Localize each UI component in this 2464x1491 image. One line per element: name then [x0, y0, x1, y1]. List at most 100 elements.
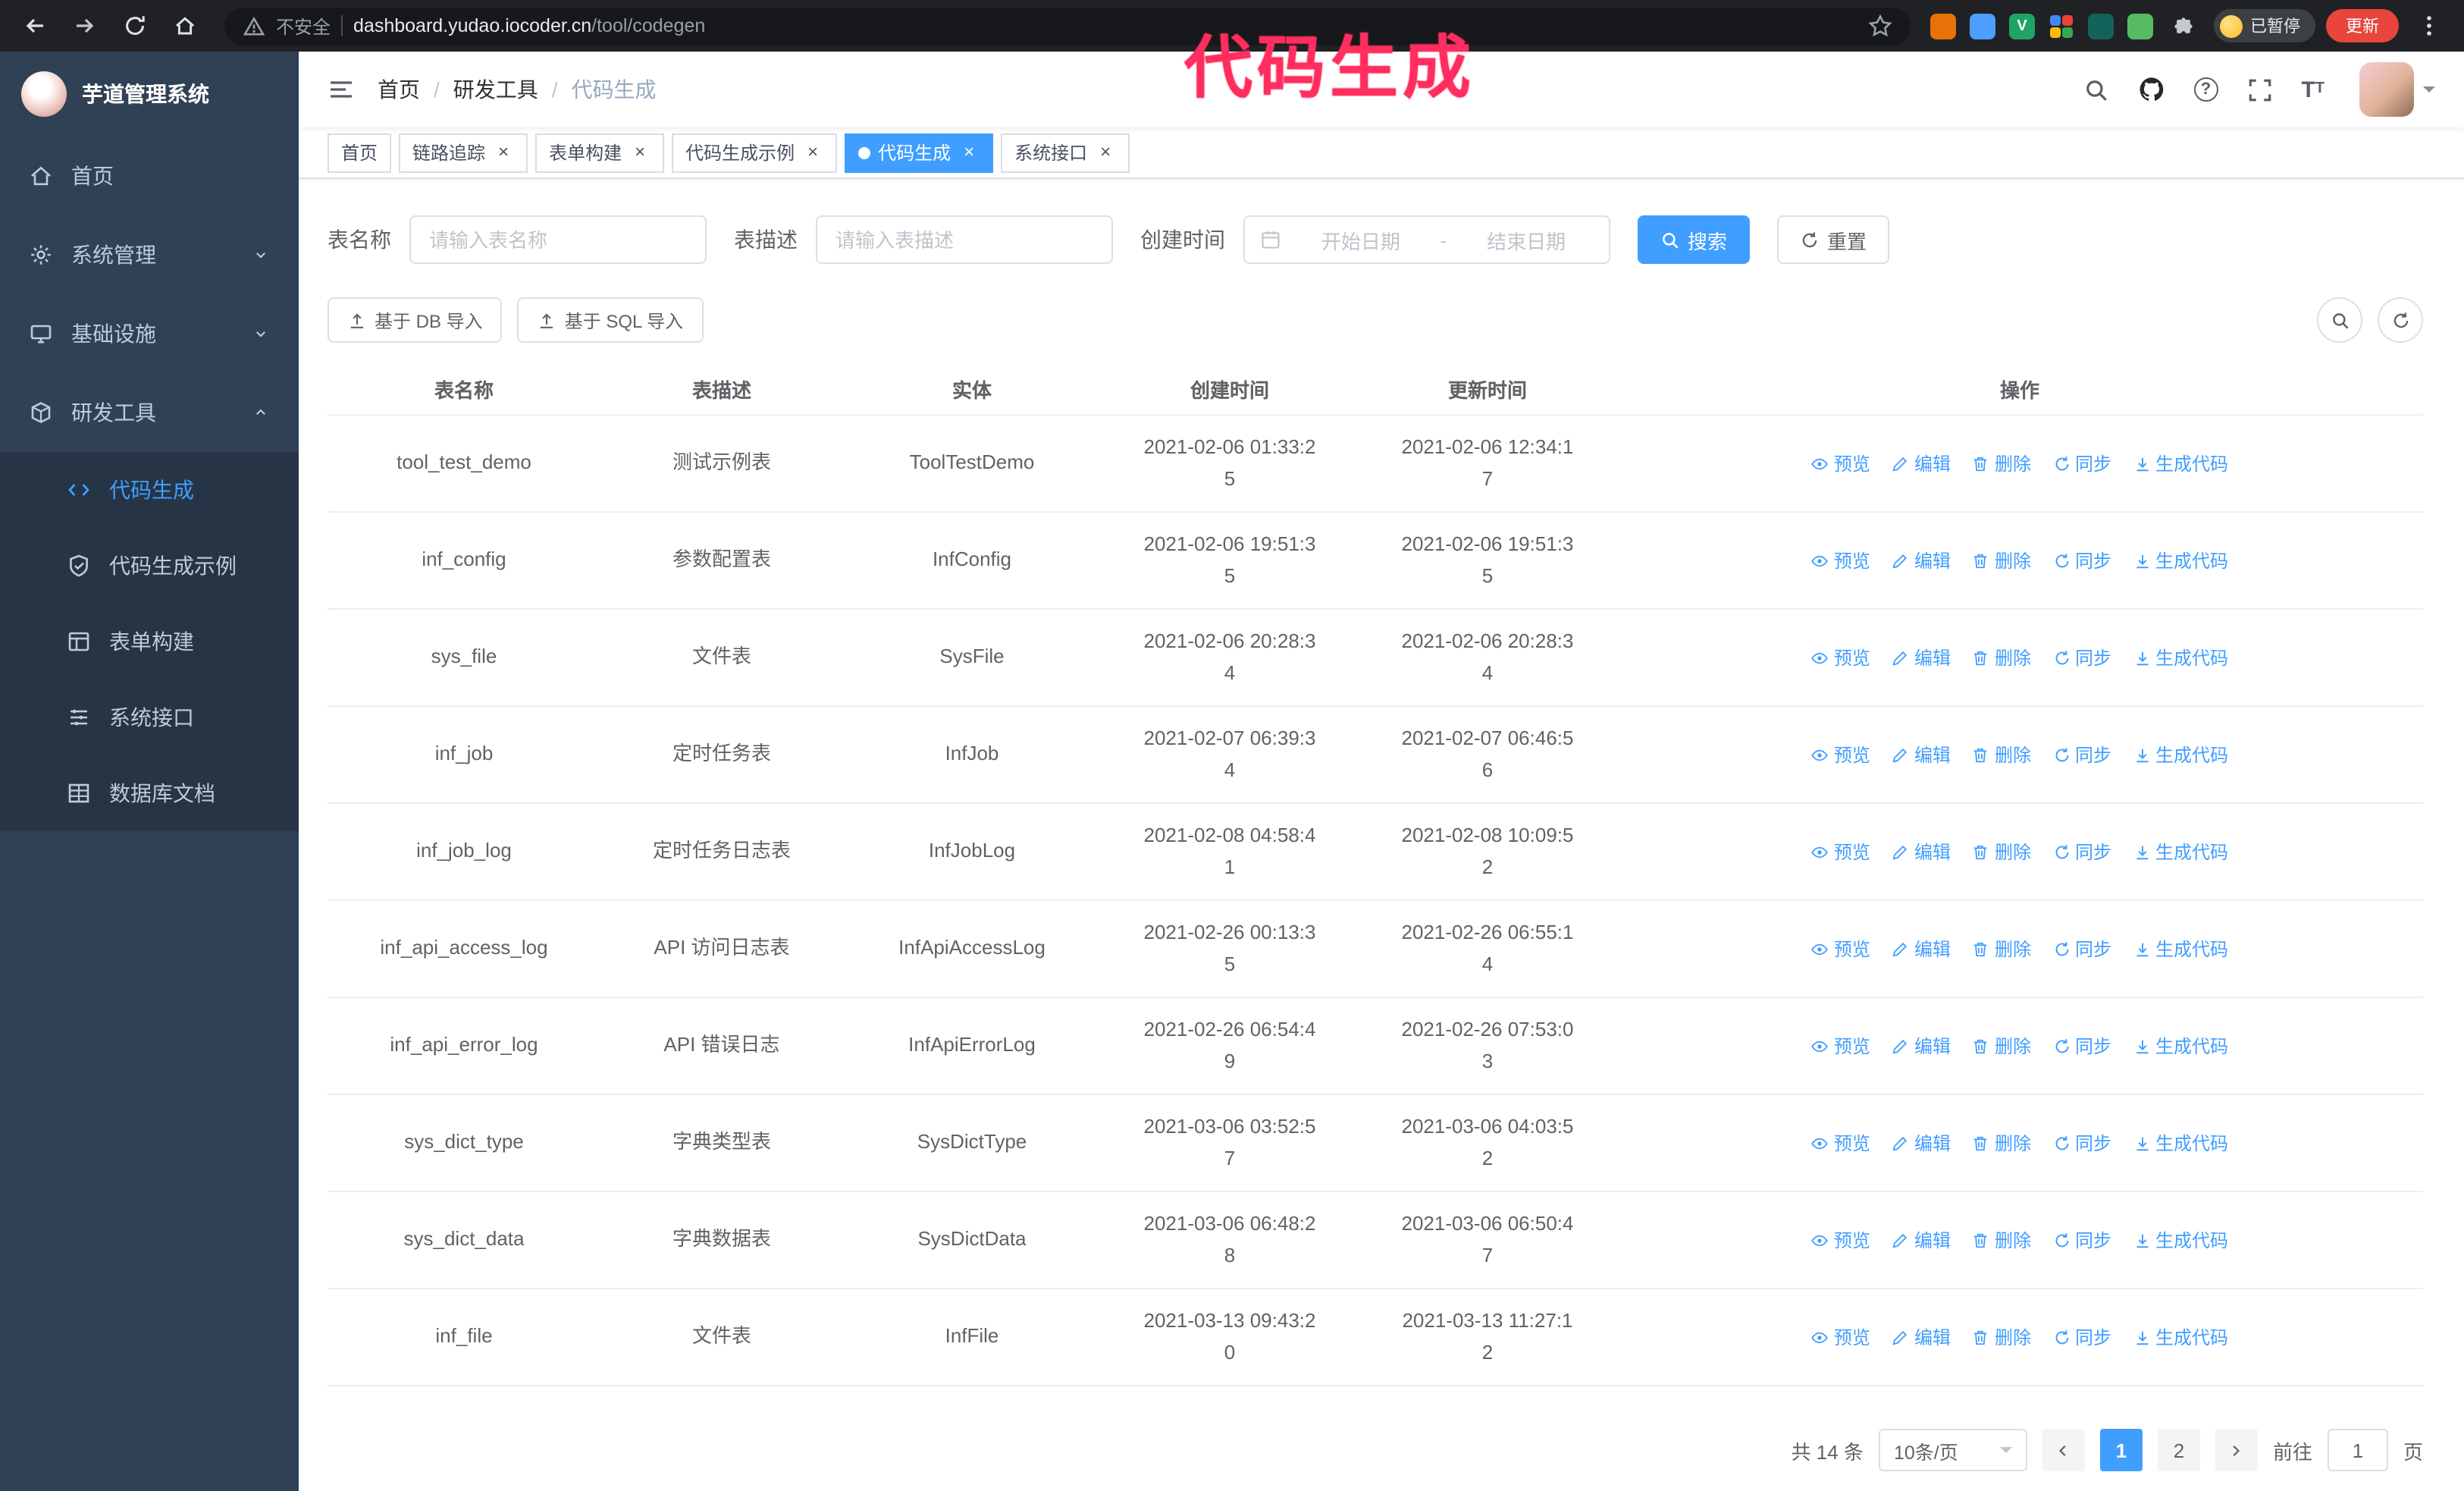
sidebar-item-db-doc[interactable]: 数据库文档	[0, 755, 299, 831]
sidebar-item-codegen-example[interactable]: 代码生成示例	[0, 528, 299, 604]
generate-code-action[interactable]: 生成代码	[2133, 1328, 2228, 1346]
sync-action[interactable]: 同步	[2052, 648, 2111, 667]
font-size-icon[interactable]: TT	[2301, 78, 2324, 101]
prev-page-button[interactable]	[2042, 1429, 2085, 1471]
sync-action[interactable]: 同步	[2052, 1134, 2111, 1152]
delete-action[interactable]: 删除	[1972, 1328, 2031, 1346]
tab-home[interactable]: 首页	[328, 133, 392, 172]
toggle-search-button[interactable]	[2317, 297, 2362, 343]
close-icon[interactable]: ×	[1095, 142, 1116, 163]
preview-action[interactable]: 预览	[1811, 746, 1870, 764]
delete-action[interactable]: 删除	[1972, 843, 2031, 861]
bookmark-star-icon[interactable]	[1868, 14, 1892, 38]
sync-action[interactable]: 同步	[2052, 551, 2111, 570]
preview-action[interactable]: 预览	[1811, 454, 1870, 472]
edit-action[interactable]: 编辑	[1892, 551, 1951, 570]
create-time-range-picker[interactable]: 开始日期 - 结束日期	[1243, 215, 1610, 264]
sidebar-item-infrastructure[interactable]: 基础设施	[0, 294, 299, 373]
edit-action[interactable]: 编辑	[1892, 1328, 1951, 1346]
paused-badge[interactable]: 已暂停	[2214, 9, 2315, 42]
sync-action[interactable]: 同步	[2052, 1328, 2111, 1346]
preview-action[interactable]: 预览	[1811, 648, 1870, 667]
sidebar-item-form-builder[interactable]: 表单构建	[0, 604, 299, 680]
edit-action[interactable]: 编辑	[1892, 648, 1951, 667]
breadcrumb-home[interactable]: 首页	[378, 74, 420, 105]
preview-action[interactable]: 预览	[1811, 1037, 1870, 1055]
preview-action[interactable]: 预览	[1811, 1134, 1870, 1152]
close-icon[interactable]: ×	[629, 142, 650, 163]
sync-action[interactable]: 同步	[2052, 1037, 2111, 1055]
forward-icon[interactable]	[65, 6, 105, 46]
close-icon[interactable]: ×	[493, 142, 514, 163]
page-size-select[interactable]: 10条/页	[1878, 1429, 2027, 1471]
edit-action[interactable]: 编辑	[1892, 1134, 1951, 1152]
home-icon[interactable]	[165, 6, 205, 46]
close-icon[interactable]: ×	[802, 142, 823, 163]
preview-action[interactable]: 预览	[1811, 843, 1870, 861]
import-db-button[interactable]: 基于 DB 导入	[328, 297, 503, 343]
generate-code-action[interactable]: 生成代码	[2133, 1037, 2228, 1055]
page-button-2[interactable]: 2	[2157, 1429, 2200, 1471]
edit-action[interactable]: 编辑	[1892, 1037, 1951, 1055]
delete-action[interactable]: 删除	[1972, 551, 2031, 570]
delete-action[interactable]: 删除	[1972, 940, 2031, 958]
delete-action[interactable]: 删除	[1972, 1231, 2031, 1249]
edit-action[interactable]: 编辑	[1892, 940, 1951, 958]
sync-action[interactable]: 同步	[2052, 1231, 2111, 1249]
edit-action[interactable]: 编辑	[1892, 746, 1951, 764]
preview-action[interactable]: 预览	[1811, 1231, 1870, 1249]
sidebar-item-devtools[interactable]: 研发工具	[0, 373, 299, 452]
next-page-button[interactable]	[2215, 1429, 2258, 1471]
preview-action[interactable]: 预览	[1811, 940, 1870, 958]
extension-blue[interactable]	[1970, 13, 1995, 39]
generate-code-action[interactable]: 生成代码	[2133, 746, 2228, 764]
back-icon[interactable]	[15, 6, 55, 46]
sync-action[interactable]: 同步	[2052, 843, 2111, 861]
edit-action[interactable]: 编辑	[1892, 843, 1951, 861]
sidebar-item-codegen[interactable]: 代码生成	[0, 452, 299, 528]
extension-green-v[interactable]: V	[2009, 13, 2035, 39]
extension-multicolor[interactable]	[2049, 13, 2074, 39]
search-button[interactable]: 搜索	[1638, 215, 1751, 264]
sync-action[interactable]: 同步	[2052, 454, 2111, 472]
delete-action[interactable]: 删除	[1972, 1037, 2031, 1055]
end-date-placeholder[interactable]: 结束日期	[1459, 225, 1594, 254]
sidebar-item-home[interactable]: 首页	[0, 137, 299, 215]
refresh-button[interactable]	[2378, 297, 2423, 343]
extension-orange[interactable]	[1930, 13, 1956, 39]
import-sql-button[interactable]: 基于 SQL 导入	[517, 297, 704, 343]
extension-teal[interactable]	[2088, 13, 2114, 39]
tab-form-builder[interactable]: 表单构建 ×	[535, 133, 665, 172]
help-icon[interactable]: ?	[2193, 77, 2218, 102]
app-logo[interactable]: 芋道管理系统	[0, 52, 299, 137]
delete-action[interactable]: 删除	[1972, 1134, 2031, 1152]
preview-action[interactable]: 预览	[1811, 551, 1870, 570]
extensions-puzzle-icon[interactable]	[2164, 6, 2203, 46]
sidebar-item-system-api[interactable]: 系统接口	[0, 680, 299, 755]
generate-code-action[interactable]: 生成代码	[2133, 551, 2228, 570]
security-label[interactable]: 不安全	[276, 13, 331, 39]
goto-page-input[interactable]	[2327, 1429, 2388, 1471]
delete-action[interactable]: 删除	[1972, 648, 2031, 667]
edit-action[interactable]: 编辑	[1892, 1231, 1951, 1249]
delete-action[interactable]: 删除	[1972, 454, 2031, 472]
url-text[interactable]: dashboard.yudao.iocoder.cn/tool/codegen	[353, 15, 1857, 36]
preview-action[interactable]: 预览	[1811, 1328, 1870, 1346]
generate-code-action[interactable]: 生成代码	[2133, 454, 2228, 472]
tab-system-api[interactable]: 系统接口 ×	[1001, 133, 1130, 172]
github-icon[interactable]	[2137, 76, 2165, 103]
start-date-placeholder[interactable]: 开始日期	[1293, 225, 1428, 254]
hamburger-icon[interactable]	[328, 76, 355, 103]
generate-code-action[interactable]: 生成代码	[2133, 1134, 2228, 1152]
table-desc-input[interactable]	[816, 215, 1113, 264]
close-icon[interactable]: ×	[958, 142, 980, 163]
address-bar[interactable]: 不安全 dashboard.yudao.iocoder.cn/tool/code…	[224, 7, 1911, 45]
extension-green[interactable]	[2127, 13, 2153, 39]
tab-codegen-example[interactable]: 代码生成示例 ×	[672, 133, 838, 172]
fullscreen-icon[interactable]	[2246, 77, 2272, 102]
sync-action[interactable]: 同步	[2052, 746, 2111, 764]
generate-code-action[interactable]: 生成代码	[2133, 843, 2228, 861]
generate-code-action[interactable]: 生成代码	[2133, 648, 2228, 667]
delete-action[interactable]: 删除	[1972, 746, 2031, 764]
sync-action[interactable]: 同步	[2052, 940, 2111, 958]
